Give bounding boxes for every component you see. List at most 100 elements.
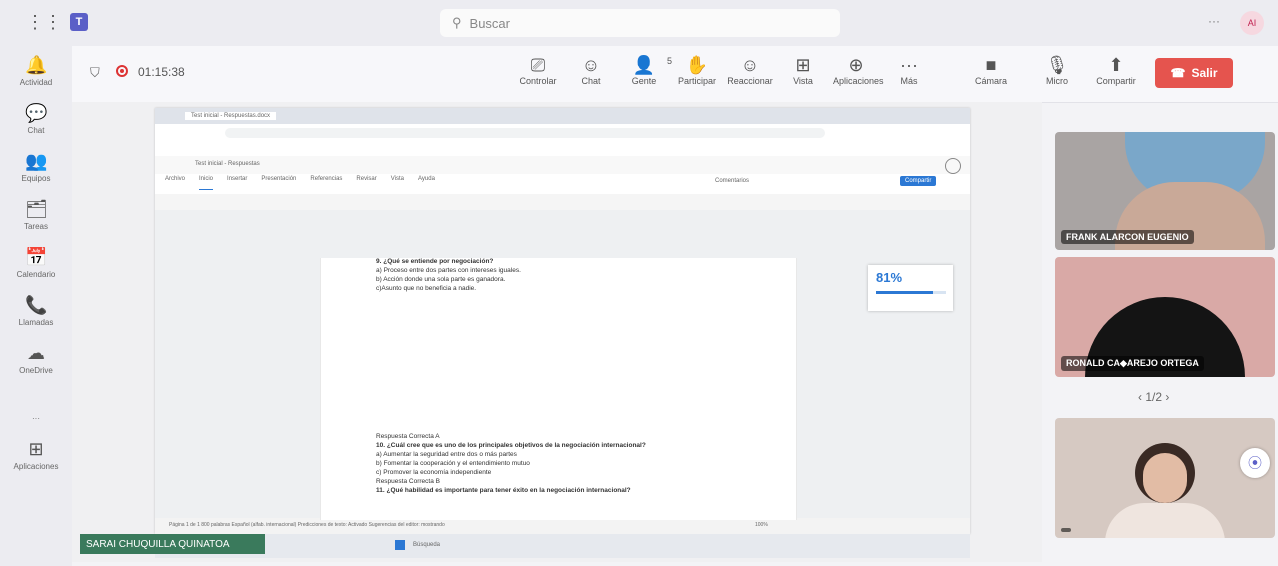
ribbon-tab[interactable]: Vista <box>391 176 404 190</box>
phone-hangup-icon: ☎ <box>1170 66 1186 80</box>
ribbon-tabs: Archivo Inicio Insertar Presentación Referen… <box>165 176 435 190</box>
rail-item-3[interactable]: 🗂 Tareas <box>0 198 72 231</box>
video-tile[interactable]: FRANK ALARCON EUGENIO <box>1055 132 1275 250</box>
ribbon-tab[interactable]: Archivo <box>165 176 185 190</box>
more-options-button[interactable]: ··· <box>1208 14 1220 28</box>
rail-item-8[interactable]: ⊞ Aplicaciones <box>0 438 72 471</box>
document-line: c)Asunto que no beneficia a nadie. <box>376 285 477 292</box>
apps-icon: ⊞ <box>28 439 44 459</box>
ribbon-tab[interactable]: Presentación <box>261 176 296 190</box>
toolbar-control-button[interactable]: ⎚ Controlar <box>515 54 561 86</box>
document-line: 11. ¿Qué habilidad es importante para te… <box>376 487 631 494</box>
rail-item-4[interactable]: 📅 Calendario <box>0 246 72 279</box>
cloud-icon: ☁ <box>27 343 45 363</box>
document-line: b) Fomentar la cooperación y el entendim… <box>376 460 530 467</box>
comments-button[interactable]: Comentarios <box>715 178 749 184</box>
profile-icon[interactable] <box>945 158 961 174</box>
more-icon: ··· <box>900 55 918 75</box>
camera-button[interactable]: ■ Cámara <box>968 54 1014 86</box>
document-line: Respuesta Correcta B <box>376 478 440 485</box>
ribbon-tab[interactable]: Ayuda <box>418 176 435 190</box>
people-count: 5 <box>667 56 673 66</box>
copilot-icon[interactable]: ⦿ <box>1240 448 1270 478</box>
progress-bar <box>876 291 946 294</box>
browser-tab[interactable]: Test inicial - Respuestas.docx <box>185 112 277 120</box>
toolbar-smile-button[interactable]: ☺ Reaccionar <box>727 54 773 86</box>
word-status-bar: Página 1 de 1 800 palabras Español (alfa… <box>155 518 970 534</box>
app-rail: 🔔 Actividad 💬 Chat 👥 Equipos 🗂 Tareas 📅 Calendari… <box>0 46 72 566</box>
recording-icon <box>116 65 128 77</box>
progress-percent: 81% <box>876 270 903 285</box>
mic-button[interactable]: 🎙 Micro <box>1034 54 1080 86</box>
raise-hand-icon: ✋ <box>685 55 709 75</box>
search-input[interactable]: ⚲ Buscar <box>440 9 840 37</box>
document-line: b) Acción donde una sola parte es ganado… <box>376 276 506 283</box>
ribbon-toolbar <box>155 194 970 211</box>
ribbon-tab[interactable]: Referencias <box>310 176 342 190</box>
browser-tab-bar: Test inicial - Respuestas.docx <box>155 108 970 124</box>
word-title-bar: Test inicial - Respuestas <box>155 156 970 174</box>
people-icon: 👤 <box>632 55 656 75</box>
document-line: a) Proceso entre dos partes con interese… <box>376 267 521 274</box>
document-line: 10. ¿Cuál cree que es uno de los princip… <box>376 442 646 449</box>
rail-item-7[interactable]: ··· <box>0 390 72 423</box>
tasks-icon: 🗂 <box>25 199 48 219</box>
toolbar-raise-hand-button[interactable]: ✋ Participar <box>674 54 720 86</box>
url-field[interactable] <box>225 128 825 138</box>
taskbar-search[interactable]: Búsqueda <box>413 542 440 548</box>
document-line: 9. ¿Qué se entiende por negociación? <box>376 258 494 265</box>
participant-name <box>1061 528 1071 532</box>
calendar-icon: 📅 <box>25 247 48 267</box>
progress-card: 81% <box>868 265 953 311</box>
toolbar-apps-button[interactable]: ⊕ Aplicaciones <box>833 54 884 86</box>
search-icon: ⚲ <box>452 15 462 30</box>
share-doc-button[interactable]: Compartir <box>900 176 937 186</box>
toolbar-chat-button[interactable]: ☺ Chat <box>568 54 614 86</box>
more-icon <box>25 390 47 412</box>
toolbar-people-button[interactable]: 👤 Gente <box>621 54 667 86</box>
chat-icon: 💬 <box>25 103 48 123</box>
participant-name: RONALD CA◆AREJO ORTEGA <box>1061 356 1204 371</box>
windows-start-icon[interactable] <box>395 540 405 550</box>
rail-item-6[interactable]: ☁ OneDrive <box>0 342 72 375</box>
camera-icon: ■ <box>985 55 997 75</box>
meeting-toolbar: ⛉ 01:15:38 ⎚ Controlar ☺ Chat 👤 Gente ✋ Partici… <box>72 46 1278 103</box>
document-title[interactable]: Test inicial - Respuestas <box>195 161 260 167</box>
share-button[interactable]: ⬆ Compartir <box>1090 54 1142 86</box>
smile-icon: ☺ <box>740 55 760 75</box>
video-tile[interactable] <box>1055 418 1275 538</box>
rail-item-0[interactable]: 🔔 Actividad <box>0 54 72 87</box>
ribbon-tab[interactable]: Insertar <box>227 176 247 190</box>
share-icon: ⬆ <box>1108 55 1124 75</box>
teams-logo-icon: T <box>70 13 88 31</box>
toolbar-more-button[interactable]: ··· Más <box>886 54 932 86</box>
address-bar[interactable] <box>155 124 970 143</box>
rail-item-1[interactable]: 💬 Chat <box>0 102 72 135</box>
zoom-level[interactable]: 100% <box>755 522 768 528</box>
phone-icon: 📞 <box>25 295 48 315</box>
ribbon-tab[interactable]: Revisar <box>356 176 376 190</box>
document-line: Respuesta Correcta A <box>376 433 440 440</box>
video-tile[interactable]: RONALD CA◆AREJO ORTEGA <box>1055 257 1275 377</box>
leave-button[interactable]: ☎ Salir <box>1155 58 1233 88</box>
bell-icon: 🔔 <box>25 55 48 75</box>
document-page: 9. ¿Qué se entiende por negociación? a) P… <box>320 258 797 520</box>
bookmarks-bar <box>155 142 970 157</box>
app-launcher-icon[interactable]: ⋮⋮ <box>26 12 62 33</box>
windows-taskbar: Búsqueda <box>155 534 970 558</box>
avatar[interactable]: AI <box>1240 11 1264 35</box>
chat-icon: ☺ <box>581 55 601 75</box>
video-pager[interactable]: ‹ 1/2 › <box>1138 390 1169 404</box>
toolbar-view-button[interactable]: ⊞ Vista <box>780 54 826 86</box>
meeting-timer: 01:15:38 <box>138 65 185 79</box>
mic-off-icon: 🎙 <box>1045 55 1069 75</box>
presenter-label: SARAI CHUQUILLA QUINATOA <box>80 534 265 554</box>
rail-item-2[interactable]: 👥 Equipos <box>0 150 72 183</box>
shield-icon: ⛉ <box>90 65 100 80</box>
participant-name: FRANK ALARCON EUGENIO <box>1061 230 1194 244</box>
apps-icon: ⊕ <box>848 55 864 75</box>
teams-icon: 👥 <box>25 151 48 171</box>
ribbon-tab[interactable]: Inicio <box>199 176 214 190</box>
rail-item-5[interactable]: 📞 Llamadas <box>0 294 72 327</box>
document-line: c) Promover la economía independiente <box>376 469 492 476</box>
